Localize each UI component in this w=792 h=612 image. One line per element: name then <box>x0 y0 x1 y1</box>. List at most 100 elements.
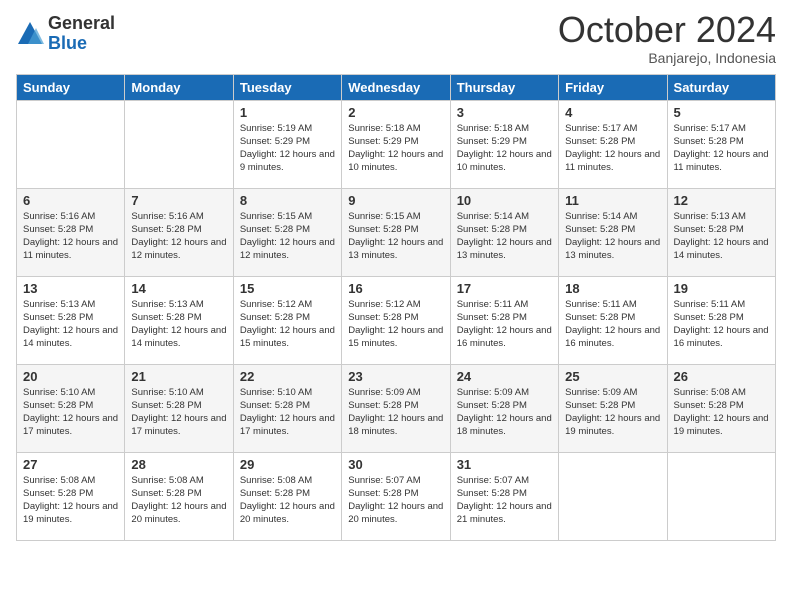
day-info: Sunrise: 5:15 AM Sunset: 5:28 PM Dayligh… <box>240 210 335 263</box>
day-info: Sunrise: 5:16 AM Sunset: 5:28 PM Dayligh… <box>23 210 118 263</box>
day-info: Sunrise: 5:11 AM Sunset: 5:28 PM Dayligh… <box>674 298 769 351</box>
table-cell: 2 Sunrise: 5:18 AM Sunset: 5:29 PM Daylig… <box>342 100 450 188</box>
day-info: Sunrise: 5:17 AM Sunset: 5:28 PM Dayligh… <box>674 122 769 175</box>
day-number: 6 <box>23 193 118 208</box>
table-cell: 12 Sunrise: 5:13 AM Sunset: 5:28 PM Dayli… <box>667 188 775 276</box>
table-cell: 11Sunrise: 5:14 AM Sunset: 5:28 PM Dayli… <box>559 188 667 276</box>
day-info: Sunrise: 5:08 AM Sunset: 5:28 PM Dayligh… <box>674 386 769 439</box>
table-cell: 8 Sunrise: 5:15 AM Sunset: 5:28 PM Daylig… <box>233 188 341 276</box>
day-number: 24 <box>457 369 552 384</box>
day-info: Sunrise: 5:13 AM Sunset: 5:28 PM Dayligh… <box>131 298 226 351</box>
day-number: 30 <box>348 457 443 472</box>
table-cell: 24 Sunrise: 5:09 AM Sunset: 5:28 PM Dayli… <box>450 364 558 452</box>
month-title: October 2024 <box>558 10 776 50</box>
day-info: Sunrise: 5:10 AM Sunset: 5:28 PM Dayligh… <box>131 386 226 439</box>
day-info: Sunrise: 5:10 AM Sunset: 5:28 PM Dayligh… <box>240 386 335 439</box>
col-friday: Friday <box>559 74 667 100</box>
calendar-header-row: Sunday Monday Tuesday Wednesday Thursday… <box>17 74 776 100</box>
table-cell <box>125 100 233 188</box>
day-info: Sunrise: 5:19 AM Sunset: 5:29 PM Dayligh… <box>240 122 335 175</box>
table-cell: 20Sunrise: 5:10 AM Sunset: 5:28 PM Dayli… <box>17 364 125 452</box>
week-row-4: 27 Sunrise: 5:08 AM Sunset: 5:28 PM Dayli… <box>17 452 776 540</box>
table-cell <box>559 452 667 540</box>
day-info: Sunrise: 5:07 AM Sunset: 5:28 PM Dayligh… <box>348 474 443 527</box>
logo-icon <box>16 20 44 48</box>
week-row-0: 1 Sunrise: 5:19 AM Sunset: 5:29 PM Daylig… <box>17 100 776 188</box>
table-cell: 28Sunrise: 5:08 AM Sunset: 5:28 PM Dayli… <box>125 452 233 540</box>
logo-text: General Blue <box>48 14 115 54</box>
table-cell: 3Sunrise: 5:18 AM Sunset: 5:29 PM Daylig… <box>450 100 558 188</box>
col-saturday: Saturday <box>667 74 775 100</box>
table-cell: 4 Sunrise: 5:17 AM Sunset: 5:28 PM Daylig… <box>559 100 667 188</box>
day-number: 9 <box>348 193 443 208</box>
day-number: 15 <box>240 281 335 296</box>
table-cell: 17 Sunrise: 5:11 AM Sunset: 5:28 PM Dayli… <box>450 276 558 364</box>
day-info: Sunrise: 5:14 AM Sunset: 5:28 PM Dayligh… <box>565 210 660 263</box>
day-number: 1 <box>240 105 335 120</box>
week-row-3: 20Sunrise: 5:10 AM Sunset: 5:28 PM Dayli… <box>17 364 776 452</box>
calendar: Sunday Monday Tuesday Wednesday Thursday… <box>16 74 776 541</box>
day-number: 27 <box>23 457 118 472</box>
day-info: Sunrise: 5:15 AM Sunset: 5:28 PM Dayligh… <box>348 210 443 263</box>
day-number: 19 <box>674 281 769 296</box>
day-number: 8 <box>240 193 335 208</box>
table-cell: 31Sunrise: 5:07 AM Sunset: 5:28 PM Dayli… <box>450 452 558 540</box>
table-cell: 18Sunrise: 5:11 AM Sunset: 5:28 PM Dayli… <box>559 276 667 364</box>
day-number: 2 <box>348 105 443 120</box>
table-cell: 10 Sunrise: 5:14 AM Sunset: 5:28 PM Dayli… <box>450 188 558 276</box>
logo: General Blue <box>16 14 115 54</box>
day-number: 13 <box>23 281 118 296</box>
col-sunday: Sunday <box>17 74 125 100</box>
logo-blue-text: Blue <box>48 34 115 54</box>
day-info: Sunrise: 5:14 AM Sunset: 5:28 PM Dayligh… <box>457 210 552 263</box>
day-number: 17 <box>457 281 552 296</box>
table-cell <box>17 100 125 188</box>
page: General Blue October 2024 Banjarejo, Ind… <box>0 0 792 612</box>
day-number: 18 <box>565 281 660 296</box>
day-info: Sunrise: 5:12 AM Sunset: 5:28 PM Dayligh… <box>240 298 335 351</box>
day-number: 22 <box>240 369 335 384</box>
table-cell: 7Sunrise: 5:16 AM Sunset: 5:28 PM Daylig… <box>125 188 233 276</box>
logo-general-text: General <box>48 14 115 34</box>
day-number: 14 <box>131 281 226 296</box>
col-wednesday: Wednesday <box>342 74 450 100</box>
day-number: 29 <box>240 457 335 472</box>
table-cell: 19 Sunrise: 5:11 AM Sunset: 5:28 PM Dayli… <box>667 276 775 364</box>
table-cell: 9 Sunrise: 5:15 AM Sunset: 5:28 PM Daylig… <box>342 188 450 276</box>
day-info: Sunrise: 5:09 AM Sunset: 5:28 PM Dayligh… <box>457 386 552 439</box>
header: General Blue October 2024 Banjarejo, Ind… <box>16 10 776 66</box>
table-cell: 21 Sunrise: 5:10 AM Sunset: 5:28 PM Dayli… <box>125 364 233 452</box>
day-info: Sunrise: 5:11 AM Sunset: 5:28 PM Dayligh… <box>457 298 552 351</box>
table-cell: 13 Sunrise: 5:13 AM Sunset: 5:28 PM Dayli… <box>17 276 125 364</box>
table-cell: 27Sunrise: 5:08 AM Sunset: 5:28 PM Dayli… <box>17 452 125 540</box>
day-info: Sunrise: 5:13 AM Sunset: 5:28 PM Dayligh… <box>23 298 118 351</box>
table-cell: 22 Sunrise: 5:10 AM Sunset: 5:28 PM Dayli… <box>233 364 341 452</box>
day-number: 5 <box>674 105 769 120</box>
day-number: 4 <box>565 105 660 120</box>
day-info: Sunrise: 5:18 AM Sunset: 5:29 PM Dayligh… <box>348 122 443 175</box>
table-cell: 23 Sunrise: 5:09 AM Sunset: 5:28 PM Dayli… <box>342 364 450 452</box>
table-cell: 26Sunrise: 5:08 AM Sunset: 5:28 PM Dayli… <box>667 364 775 452</box>
day-number: 12 <box>674 193 769 208</box>
day-info: Sunrise: 5:09 AM Sunset: 5:28 PM Dayligh… <box>565 386 660 439</box>
table-cell: 29 Sunrise: 5:08 AM Sunset: 5:28 PM Dayli… <box>233 452 341 540</box>
table-cell: 25Sunrise: 5:09 AM Sunset: 5:28 PM Dayli… <box>559 364 667 452</box>
table-cell: 15 Sunrise: 5:12 AM Sunset: 5:28 PM Dayli… <box>233 276 341 364</box>
day-info: Sunrise: 5:09 AM Sunset: 5:28 PM Dayligh… <box>348 386 443 439</box>
day-number: 31 <box>457 457 552 472</box>
day-number: 16 <box>348 281 443 296</box>
day-info: Sunrise: 5:13 AM Sunset: 5:28 PM Dayligh… <box>674 210 769 263</box>
day-number: 28 <box>131 457 226 472</box>
day-number: 21 <box>131 369 226 384</box>
table-cell: 5 Sunrise: 5:17 AM Sunset: 5:28 PM Daylig… <box>667 100 775 188</box>
table-cell: 30 Sunrise: 5:07 AM Sunset: 5:28 PM Dayli… <box>342 452 450 540</box>
col-monday: Monday <box>125 74 233 100</box>
day-info: Sunrise: 5:17 AM Sunset: 5:28 PM Dayligh… <box>565 122 660 175</box>
week-row-2: 13 Sunrise: 5:13 AM Sunset: 5:28 PM Dayli… <box>17 276 776 364</box>
day-number: 23 <box>348 369 443 384</box>
day-info: Sunrise: 5:08 AM Sunset: 5:28 PM Dayligh… <box>240 474 335 527</box>
title-block: October 2024 Banjarejo, Indonesia <box>558 10 776 66</box>
day-info: Sunrise: 5:16 AM Sunset: 5:28 PM Dayligh… <box>131 210 226 263</box>
col-thursday: Thursday <box>450 74 558 100</box>
day-number: 10 <box>457 193 552 208</box>
